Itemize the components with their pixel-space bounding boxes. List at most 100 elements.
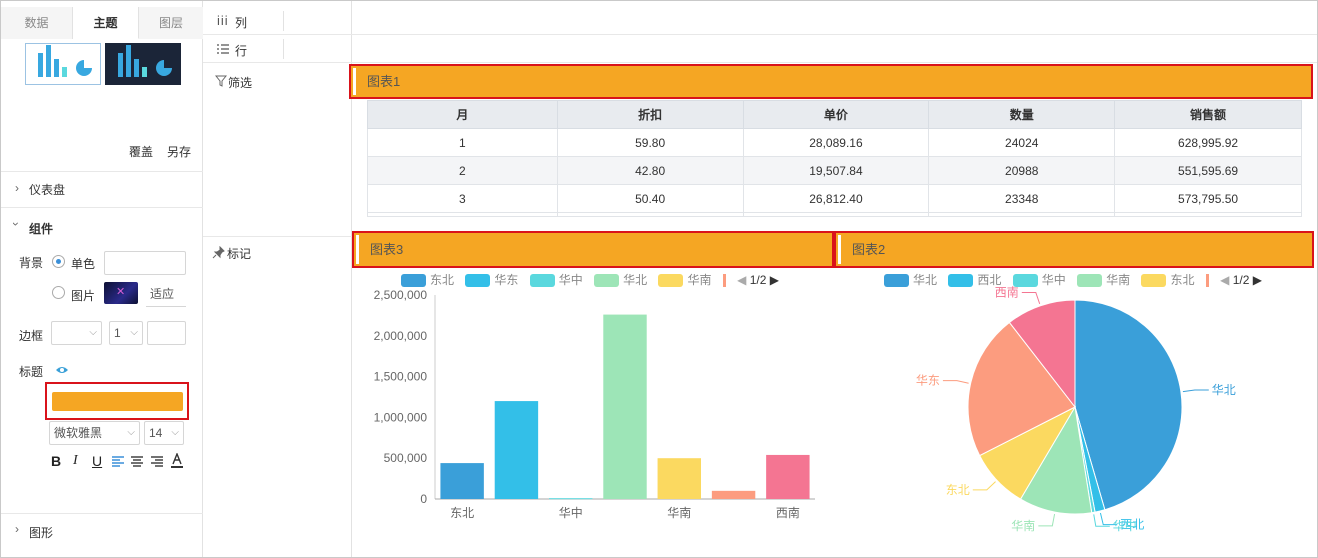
list-icon	[217, 44, 229, 54]
chart3-title: 图表3	[370, 242, 404, 257]
chart2-title: 图表2	[852, 242, 886, 257]
bar	[440, 463, 484, 499]
theme-dark-thumbnail[interactable]	[105, 43, 181, 85]
table-cell: 59.80	[556, 128, 744, 157]
columns-label: 列	[235, 16, 248, 30]
chart2-pie-plot: 华北西北华中华南东北华东西南	[916, 285, 1236, 533]
table-cell: 26,812.40	[742, 184, 930, 213]
tab-layers[interactable]: 图层	[139, 7, 203, 39]
background-color-input[interactable]	[104, 251, 186, 275]
pie-leader-line	[1021, 292, 1041, 305]
chart3-bar-plot: 2,500,000 2,000,000 1,500,000 1,000,000 500,…	[374, 288, 815, 520]
dashboard-section-header[interactable]: › 仪表盘	[1, 171, 203, 207]
background-solid-radio[interactable]	[52, 255, 65, 268]
title-color-swatch[interactable]	[52, 392, 183, 411]
chevron-down-icon: ⌵	[130, 327, 138, 338]
tab-data[interactable]: 数据	[1, 7, 73, 39]
table-header-quantity[interactable]: 数量	[928, 100, 1116, 129]
table-header-sales[interactable]: 销售额	[1114, 100, 1302, 129]
table-row-partial	[367, 212, 1302, 217]
table-header-unit-price[interactable]: 单价	[742, 100, 930, 129]
component-section-label: 组件	[29, 222, 54, 236]
graphic-section-header[interactable]: › 图形	[1, 513, 203, 557]
background-image-label: 图片	[71, 289, 96, 303]
filter-label: 筛选	[228, 76, 253, 90]
align-left-icon[interactable]	[111, 455, 125, 467]
bold-button[interactable]: B	[51, 453, 61, 469]
align-right-icon[interactable]	[150, 455, 164, 467]
y-tick-label: 2,000,000	[374, 329, 428, 343]
pie-label: 西南	[995, 285, 1019, 300]
italic-button[interactable]: I	[73, 453, 78, 469]
bar	[494, 401, 539, 499]
table-header-discount[interactable]: 折扣	[556, 100, 744, 129]
columns-icon: iii	[217, 13, 229, 28]
chart2-title-bar[interactable]: 图表2	[834, 231, 1314, 268]
pie-leader-line	[942, 380, 969, 384]
font-color-icon[interactable]	[170, 453, 184, 468]
chevron-down-icon: ›	[9, 222, 23, 226]
align-center-icon[interactable]	[130, 455, 144, 467]
table-cell: 42.80	[556, 156, 744, 185]
border-width-select[interactable]: 1 ⌵	[109, 321, 143, 345]
table-row: 2 42.80 19,507.84 20988 551,595.69	[367, 156, 1302, 185]
background-solid-label: 单色	[71, 257, 96, 271]
table-cell: 551,595.69	[1114, 156, 1302, 185]
title-font-select[interactable]: 微软雅黑 ⌵	[49, 421, 140, 445]
pie-label: 华东	[916, 374, 940, 388]
border-style-select[interactable]: ⌵	[51, 321, 102, 345]
dashboard-section-label: 仪表盘	[29, 183, 66, 197]
border-label: 边框	[19, 329, 44, 343]
bar	[603, 314, 647, 499]
border-color-input[interactable]	[147, 321, 186, 345]
pie-leader-line	[972, 481, 996, 491]
rows-label: 行	[235, 44, 248, 58]
table-cell: 28,089.16	[742, 128, 930, 157]
background-fit-value: 适应	[150, 287, 175, 301]
tab-theme[interactable]: 主题	[73, 7, 139, 39]
underline-button[interactable]: U	[92, 453, 102, 469]
component-section-header[interactable]: › 组件	[1, 207, 203, 243]
bar	[711, 490, 756, 499]
mark-shelf[interactable]: 标记	[203, 237, 352, 557]
chart1-title-bar[interactable]: 图表1	[349, 64, 1313, 99]
background-image-radio[interactable]	[52, 286, 65, 299]
table-cell: 628,995.92	[1114, 128, 1302, 157]
background-image-preview[interactable]: ✕	[104, 282, 138, 304]
border-width-value: 1	[114, 326, 121, 340]
title-size-select[interactable]: 14 ⌵	[144, 421, 184, 445]
y-tick-label: 1,500,000	[374, 370, 428, 384]
y-tick-label: 0	[420, 492, 427, 506]
table-cell: 3	[367, 184, 558, 213]
chevron-right-icon: ›	[15, 181, 19, 195]
table-cell: 573,795.50	[1114, 184, 1302, 213]
chevron-down-icon: ⌵	[127, 427, 135, 438]
pin-icon	[212, 246, 225, 259]
mark-label: 标记	[227, 247, 252, 261]
table-row: 1 59.80 28,089.16 24024 628,995.92	[367, 128, 1302, 157]
theme-panel: 数据 主题 图层 覆盖 另存 › 仪表盘 › 组件 背景 单色 图片 ✕ 适应 …	[1, 1, 203, 557]
background-fit-select[interactable]: 适应	[146, 283, 186, 307]
rows-shelf[interactable]: 行	[203, 35, 1317, 63]
x-tick-label: 西南	[776, 505, 800, 520]
chart3-title-bar[interactable]: 图表3	[352, 231, 834, 268]
overwrite-button[interactable]: 覆盖	[129, 143, 153, 160]
shelf-column: iii 列 行 筛选 标记	[203, 1, 1317, 557]
pie-label: 华南	[1011, 518, 1035, 533]
panel-tabs: 数据 主题 图层	[1, 7, 203, 39]
chart1-table: 月 折扣 单价 数量 销售额 1 59.80 28,089.16 24024 6…	[367, 100, 1302, 217]
filter-shelf[interactable]: 筛选	[203, 63, 352, 237]
y-tick-label: 500,000	[384, 451, 428, 465]
graphic-section-label: 图形	[29, 526, 54, 540]
eye-icon[interactable]	[55, 365, 69, 375]
pie-label: 东北	[946, 483, 970, 497]
save-as-button[interactable]: 另存	[167, 143, 191, 160]
chevron-down-icon: ⌵	[171, 427, 179, 438]
theme-light-thumbnail[interactable]	[25, 43, 101, 85]
y-tick-label: 1,000,000	[374, 410, 428, 424]
bar	[766, 454, 810, 499]
title-label: 标题	[19, 365, 44, 379]
filter-icon	[215, 75, 227, 87]
table-header-month[interactable]: 月	[367, 100, 558, 129]
columns-shelf[interactable]: iii 列	[203, 7, 1317, 35]
